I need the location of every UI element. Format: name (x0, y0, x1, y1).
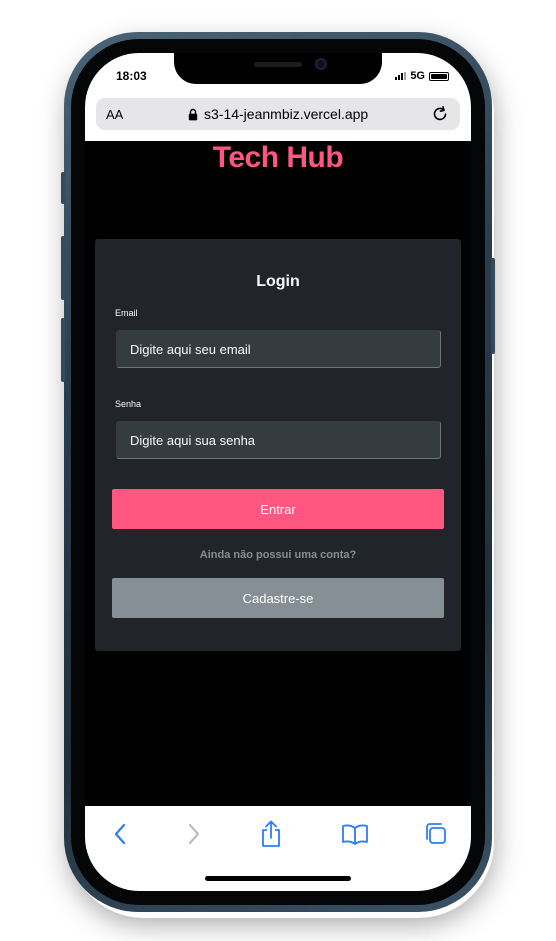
email-label: Email (115, 308, 138, 318)
front-camera (315, 58, 327, 70)
email-field[interactable]: Digite aqui seu email (116, 330, 441, 368)
url-display[interactable]: s3-14-jeanmbiz.vercel.app (188, 106, 368, 122)
web-page: Tech Hub Login Email Digite aqui seu ema… (85, 141, 471, 806)
email-placeholder: Digite aqui seu email (130, 341, 251, 357)
phone-screen: 18:03 5G AA s3-14-jeanmbiz.vercel.app Te… (85, 53, 471, 891)
volume-up-button (61, 236, 65, 300)
speaker-grille (254, 62, 302, 67)
no-account-text: Ainda não possui uma conta? (199, 549, 357, 561)
url-text: s3-14-jeanmbiz.vercel.app (204, 106, 369, 122)
back-icon[interactable] (109, 820, 131, 848)
browser-top-bar: 18:03 5G AA s3-14-jeanmbiz.vercel.app (85, 53, 471, 141)
password-label: Senha (115, 399, 142, 409)
silent-switch (61, 172, 65, 204)
forward-icon[interactable] (183, 820, 205, 848)
browser-toolbar (85, 806, 471, 891)
battery-icon (429, 71, 449, 81)
login-button[interactable]: Entrar (112, 489, 444, 529)
home-indicator (205, 876, 351, 881)
status-time: 18:03 (116, 69, 147, 83)
signal-icon (395, 72, 407, 80)
text-size-button[interactable]: AA (106, 107, 123, 122)
tabs-icon[interactable] (423, 820, 449, 848)
power-button (491, 258, 495, 354)
register-button[interactable]: Cadastre-se (112, 578, 444, 618)
lock-icon (188, 108, 198, 120)
password-field[interactable]: Digite aqui sua senha (116, 421, 441, 459)
network-type: 5G (410, 70, 425, 82)
notch (174, 53, 382, 84)
volume-down-button (61, 318, 65, 382)
bookmarks-icon[interactable] (341, 820, 369, 848)
login-card: Login Email Digite aqui seu email Senha … (95, 239, 461, 651)
share-icon[interactable] (258, 820, 284, 848)
login-title: Login (256, 273, 300, 290)
password-placeholder: Digite aqui sua senha (130, 432, 256, 448)
status-indicators: 5G (395, 70, 449, 82)
site-logo: Tech Hub (212, 141, 344, 174)
address-bar[interactable]: AA s3-14-jeanmbiz.vercel.app (96, 98, 460, 130)
reload-icon[interactable] (430, 104, 450, 124)
